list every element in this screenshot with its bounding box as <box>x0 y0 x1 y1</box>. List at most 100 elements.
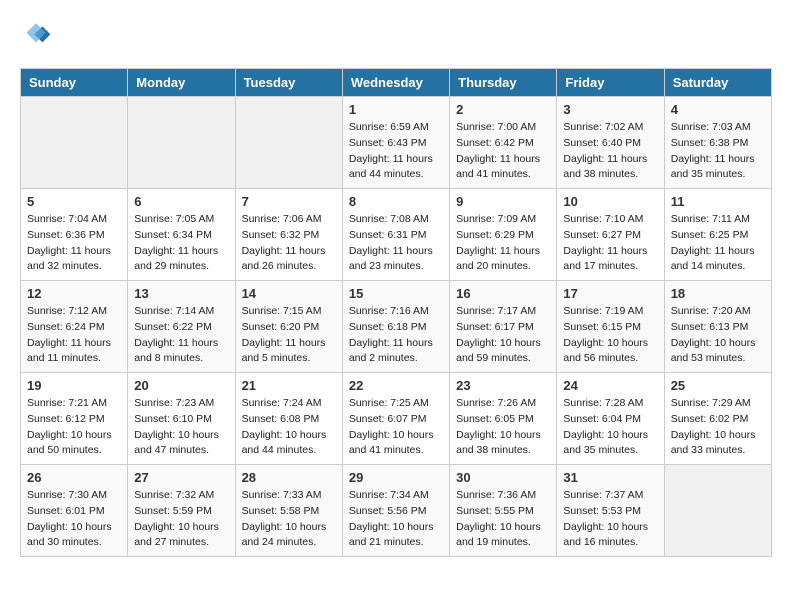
weekday-header-wednesday: Wednesday <box>342 69 449 97</box>
calendar-cell: 22 Sunrise: 7:25 AM Sunset: 6:07 PM Dayli… <box>342 373 449 465</box>
day-info: Sunrise: 7:21 AM Sunset: 6:12 PM Dayligh… <box>27 396 121 459</box>
day-number: 1 <box>349 102 443 117</box>
day-number: 13 <box>134 286 228 301</box>
logo-icon <box>20 20 52 52</box>
day-info: Sunrise: 7:20 AM Sunset: 6:13 PM Dayligh… <box>671 304 765 367</box>
day-info: Sunrise: 7:03 AM Sunset: 6:38 PM Dayligh… <box>671 120 765 183</box>
day-number: 3 <box>563 102 657 117</box>
calendar-cell: 12 Sunrise: 7:12 AM Sunset: 6:24 PM Dayli… <box>21 281 128 373</box>
day-info: Sunrise: 7:02 AM Sunset: 6:40 PM Dayligh… <box>563 120 657 183</box>
day-info: Sunrise: 7:11 AM Sunset: 6:25 PM Dayligh… <box>671 212 765 275</box>
calendar-cell: 27 Sunrise: 7:32 AM Sunset: 5:59 PM Dayli… <box>128 465 235 557</box>
day-info: Sunrise: 7:14 AM Sunset: 6:22 PM Dayligh… <box>134 304 228 367</box>
day-number: 12 <box>27 286 121 301</box>
day-number: 8 <box>349 194 443 209</box>
day-info: Sunrise: 7:33 AM Sunset: 5:58 PM Dayligh… <box>242 488 336 551</box>
day-number: 27 <box>134 470 228 485</box>
weekday-header-thursday: Thursday <box>450 69 557 97</box>
day-info: Sunrise: 7:05 AM Sunset: 6:34 PM Dayligh… <box>134 212 228 275</box>
calendar-cell: 5Sunrise: 7:04 AM Sunset: 6:36 PM Daylig… <box>21 189 128 281</box>
day-number: 30 <box>456 470 550 485</box>
day-number: 31 <box>563 470 657 485</box>
calendar-cell: 9 Sunrise: 7:09 AM Sunset: 6:29 PM Daylig… <box>450 189 557 281</box>
calendar-cell <box>21 97 128 189</box>
day-number: 21 <box>242 378 336 393</box>
day-info: Sunrise: 7:30 AM Sunset: 6:01 PM Dayligh… <box>27 488 121 551</box>
week-row-5: 26 Sunrise: 7:30 AM Sunset: 6:01 PM Dayli… <box>21 465 772 557</box>
calendar-cell: 20 Sunrise: 7:23 AM Sunset: 6:10 PM Dayli… <box>128 373 235 465</box>
weekday-header-tuesday: Tuesday <box>235 69 342 97</box>
day-number: 24 <box>563 378 657 393</box>
day-number: 23 <box>456 378 550 393</box>
weekday-header-row: SundayMondayTuesdayWednesdayThursdayFrid… <box>21 69 772 97</box>
day-info: Sunrise: 7:29 AM Sunset: 6:02 PM Dayligh… <box>671 396 765 459</box>
calendar-cell: 10 Sunrise: 7:10 AM Sunset: 6:27 PM Dayli… <box>557 189 664 281</box>
day-number: 16 <box>456 286 550 301</box>
day-number: 4 <box>671 102 765 117</box>
day-number: 17 <box>563 286 657 301</box>
day-number: 6 <box>134 194 228 209</box>
day-number: 26 <box>27 470 121 485</box>
calendar-cell: 15Sunrise: 7:16 AM Sunset: 6:18 PM Dayli… <box>342 281 449 373</box>
day-number: 22 <box>349 378 443 393</box>
week-row-2: 5Sunrise: 7:04 AM Sunset: 6:36 PM Daylig… <box>21 189 772 281</box>
calendar-cell: 13 Sunrise: 7:14 AM Sunset: 6:22 PM Dayli… <box>128 281 235 373</box>
calendar-cell: 30 Sunrise: 7:36 AM Sunset: 5:55 PM Dayli… <box>450 465 557 557</box>
calendar-cell: 8 Sunrise: 7:08 AM Sunset: 6:31 PM Daylig… <box>342 189 449 281</box>
day-info: Sunrise: 7:17 AM Sunset: 6:17 PM Dayligh… <box>456 304 550 367</box>
calendar-cell: 1 Sunrise: 6:59 AM Sunset: 6:43 PM Daylig… <box>342 97 449 189</box>
day-info: Sunrise: 7:36 AM Sunset: 5:55 PM Dayligh… <box>456 488 550 551</box>
day-info: Sunrise: 7:26 AM Sunset: 6:05 PM Dayligh… <box>456 396 550 459</box>
day-number: 25 <box>671 378 765 393</box>
weekday-header-sunday: Sunday <box>21 69 128 97</box>
day-info: Sunrise: 7:12 AM Sunset: 6:24 PM Dayligh… <box>27 304 121 367</box>
day-info: Sunrise: 7:28 AM Sunset: 6:04 PM Dayligh… <box>563 396 657 459</box>
week-row-3: 12 Sunrise: 7:12 AM Sunset: 6:24 PM Dayli… <box>21 281 772 373</box>
calendar-cell: 6 Sunrise: 7:05 AM Sunset: 6:34 PM Daylig… <box>128 189 235 281</box>
logo <box>20 20 56 52</box>
day-number: 7 <box>242 194 336 209</box>
day-info: Sunrise: 7:06 AM Sunset: 6:32 PM Dayligh… <box>242 212 336 275</box>
weekday-header-friday: Friday <box>557 69 664 97</box>
day-info: Sunrise: 7:25 AM Sunset: 6:07 PM Dayligh… <box>349 396 443 459</box>
calendar-cell: 23 Sunrise: 7:26 AM Sunset: 6:05 PM Dayli… <box>450 373 557 465</box>
day-number: 9 <box>456 194 550 209</box>
calendar-cell: 17 Sunrise: 7:19 AM Sunset: 6:15 PM Dayli… <box>557 281 664 373</box>
calendar-cell: 21Sunrise: 7:24 AM Sunset: 6:08 PM Dayli… <box>235 373 342 465</box>
day-info: Sunrise: 7:15 AM Sunset: 6:20 PM Dayligh… <box>242 304 336 367</box>
calendar-cell: 4 Sunrise: 7:03 AM Sunset: 6:38 PM Daylig… <box>664 97 771 189</box>
day-info: Sunrise: 7:04 AM Sunset: 6:36 PM Dayligh… <box>27 212 121 275</box>
day-number: 10 <box>563 194 657 209</box>
calendar-cell <box>235 97 342 189</box>
day-number: 28 <box>242 470 336 485</box>
calendar-cell: 11Sunrise: 7:11 AM Sunset: 6:25 PM Dayli… <box>664 189 771 281</box>
day-info: Sunrise: 7:08 AM Sunset: 6:31 PM Dayligh… <box>349 212 443 275</box>
calendar-cell: 18 Sunrise: 7:20 AM Sunset: 6:13 PM Dayli… <box>664 281 771 373</box>
calendar-cell: 3 Sunrise: 7:02 AM Sunset: 6:40 PM Daylig… <box>557 97 664 189</box>
calendar-cell: 25 Sunrise: 7:29 AM Sunset: 6:02 PM Dayli… <box>664 373 771 465</box>
calendar-cell <box>664 465 771 557</box>
calendar-cell: 19 Sunrise: 7:21 AM Sunset: 6:12 PM Dayli… <box>21 373 128 465</box>
day-number: 29 <box>349 470 443 485</box>
day-number: 2 <box>456 102 550 117</box>
day-info: Sunrise: 7:32 AM Sunset: 5:59 PM Dayligh… <box>134 488 228 551</box>
page-header <box>20 20 772 52</box>
day-info: Sunrise: 7:16 AM Sunset: 6:18 PM Dayligh… <box>349 304 443 367</box>
day-number: 18 <box>671 286 765 301</box>
calendar-cell: 7 Sunrise: 7:06 AM Sunset: 6:32 PM Daylig… <box>235 189 342 281</box>
day-info: Sunrise: 7:23 AM Sunset: 6:10 PM Dayligh… <box>134 396 228 459</box>
day-number: 19 <box>27 378 121 393</box>
calendar-cell: 24 Sunrise: 7:28 AM Sunset: 6:04 PM Dayli… <box>557 373 664 465</box>
day-info: Sunrise: 6:59 AM Sunset: 6:43 PM Dayligh… <box>349 120 443 183</box>
calendar-table: SundayMondayTuesdayWednesdayThursdayFrid… <box>20 68 772 557</box>
day-info: Sunrise: 7:37 AM Sunset: 5:53 PM Dayligh… <box>563 488 657 551</box>
weekday-header-monday: Monday <box>128 69 235 97</box>
day-number: 20 <box>134 378 228 393</box>
day-info: Sunrise: 7:10 AM Sunset: 6:27 PM Dayligh… <box>563 212 657 275</box>
day-info: Sunrise: 7:34 AM Sunset: 5:56 PM Dayligh… <box>349 488 443 551</box>
day-info: Sunrise: 7:09 AM Sunset: 6:29 PM Dayligh… <box>456 212 550 275</box>
day-info: Sunrise: 7:00 AM Sunset: 6:42 PM Dayligh… <box>456 120 550 183</box>
calendar-cell: 14Sunrise: 7:15 AM Sunset: 6:20 PM Dayli… <box>235 281 342 373</box>
day-info: Sunrise: 7:19 AM Sunset: 6:15 PM Dayligh… <box>563 304 657 367</box>
week-row-1: 1 Sunrise: 6:59 AM Sunset: 6:43 PM Daylig… <box>21 97 772 189</box>
